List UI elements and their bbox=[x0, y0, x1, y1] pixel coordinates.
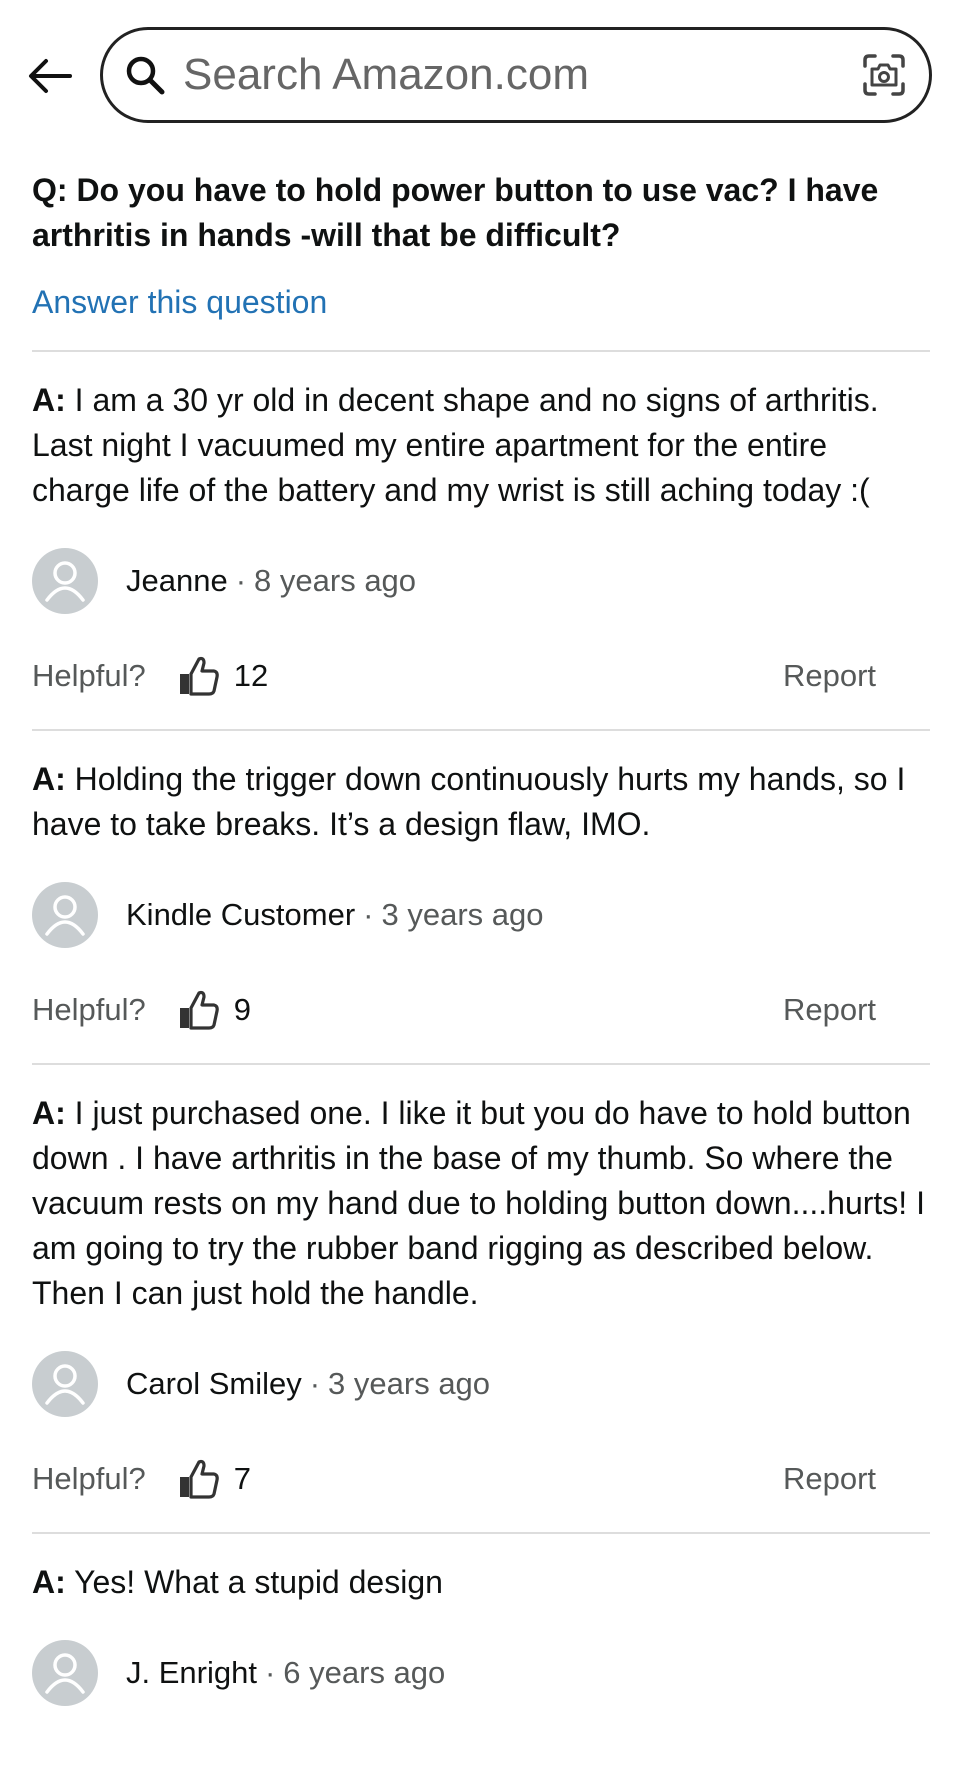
answer-time: 3 years ago bbox=[328, 1366, 491, 1401]
answer-item: A: Holding the trigger down continuously… bbox=[32, 731, 930, 1065]
separator-dot: · bbox=[264, 1655, 276, 1690]
helpful-row: Helpful? 12 Report bbox=[32, 649, 930, 703]
search-icon bbox=[123, 53, 167, 97]
helpful-label: Helpful? bbox=[32, 658, 146, 693]
separator-dot: · bbox=[235, 563, 247, 598]
answer-prefix: A: bbox=[32, 761, 66, 797]
user-silhouette-icon bbox=[45, 561, 85, 602]
user-silhouette-icon bbox=[45, 1653, 85, 1694]
thumbs-up-icon[interactable] bbox=[174, 651, 224, 701]
helpful-row: Helpful? 9 Report bbox=[32, 983, 930, 1037]
author-name[interactable]: Jeanne bbox=[126, 563, 228, 599]
helpful-row: Helpful? 7 Report bbox=[32, 1452, 930, 1506]
author-row: Carol Smiley · 3 years ago bbox=[32, 1350, 930, 1418]
author-row: J. Enright · 6 years ago bbox=[32, 1639, 930, 1707]
back-button[interactable] bbox=[24, 52, 76, 100]
separator-dot: · bbox=[309, 1366, 321, 1401]
report-link[interactable]: Report bbox=[783, 992, 876, 1028]
answer-text: A: Holding the trigger down continuously… bbox=[32, 757, 930, 847]
thumbs-up-icon[interactable] bbox=[174, 985, 224, 1035]
answer-prefix: A: bbox=[32, 382, 66, 418]
thumbs-up-icon[interactable] bbox=[174, 1454, 224, 1504]
answer-this-question-link[interactable]: Answer this question bbox=[32, 280, 327, 324]
answer-time: 3 years ago bbox=[381, 897, 544, 932]
report-link[interactable]: Report bbox=[783, 1461, 876, 1497]
avatar bbox=[32, 1351, 98, 1417]
helpful-label: Helpful? bbox=[32, 992, 146, 1027]
avatar bbox=[32, 548, 98, 614]
answer-time: 8 years ago bbox=[254, 563, 417, 598]
search-input[interactable] bbox=[183, 45, 859, 105]
answer-item: A: I am a 30 yr old in decent shape and … bbox=[32, 352, 930, 731]
qa-content: Q: Do you have to hold power button to u… bbox=[32, 168, 930, 1707]
question-prefix: Q: bbox=[32, 172, 68, 208]
answer-item: A: I just purchased one. I like it but y… bbox=[32, 1065, 930, 1534]
search-bar[interactable] bbox=[100, 27, 932, 123]
helpful-label: Helpful? bbox=[32, 1461, 146, 1496]
question-body: Do you have to hold power button to use … bbox=[32, 172, 879, 253]
avatar bbox=[32, 882, 98, 948]
user-silhouette-icon bbox=[45, 895, 85, 936]
author-row: Kindle Customer · 3 years ago bbox=[32, 881, 930, 949]
report-link[interactable]: Report bbox=[783, 658, 876, 694]
author-name[interactable]: Carol Smiley bbox=[126, 1366, 302, 1402]
helpful-count: 7 bbox=[233, 1461, 251, 1496]
answer-text: A: Yes! What a stupid design bbox=[32, 1560, 930, 1605]
answer-text: A: I just purchased one. I like it but y… bbox=[32, 1091, 930, 1316]
answer-body: I am a 30 yr old in decent shape and no … bbox=[32, 382, 879, 508]
answer-body: Yes! What a stupid design bbox=[74, 1564, 443, 1600]
answer-text: A: I am a 30 yr old in decent shape and … bbox=[32, 378, 930, 513]
helpful-count: 12 bbox=[233, 658, 269, 693]
answer-item: A: Yes! What a stupid design J. Enright … bbox=[32, 1534, 930, 1707]
camera-lens-icon[interactable] bbox=[859, 50, 909, 100]
helpful-count: 9 bbox=[233, 992, 251, 1027]
answer-body: I just purchased one. I like it but you … bbox=[32, 1095, 925, 1311]
answer-prefix: A: bbox=[32, 1564, 66, 1600]
answer-prefix: A: bbox=[32, 1095, 66, 1131]
answer-time: 6 years ago bbox=[283, 1655, 446, 1690]
avatar bbox=[32, 1640, 98, 1706]
answer-body: Holding the trigger down continuously hu… bbox=[32, 761, 906, 842]
back-arrow-icon bbox=[29, 59, 72, 93]
author-row: Jeanne · 8 years ago bbox=[32, 547, 930, 615]
question-text: Q: Do you have to hold power button to u… bbox=[32, 168, 930, 258]
author-name[interactable]: J. Enright bbox=[126, 1655, 257, 1691]
author-name[interactable]: Kindle Customer bbox=[126, 897, 355, 933]
separator-dot: · bbox=[363, 897, 374, 932]
top-bar bbox=[0, 0, 960, 140]
user-silhouette-icon bbox=[45, 1364, 85, 1405]
